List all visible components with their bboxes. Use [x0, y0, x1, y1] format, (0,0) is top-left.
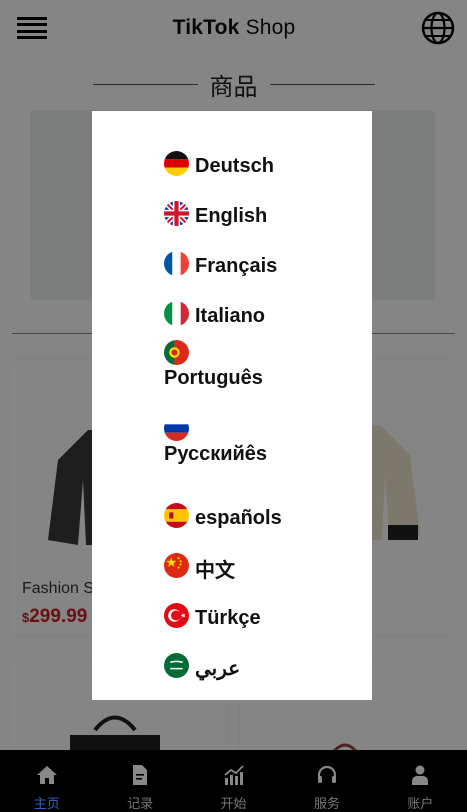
nav-item-service[interactable]: 服务	[280, 750, 373, 812]
language-label: españols	[195, 506, 282, 529]
language-option-chinese[interactable]: 中文	[164, 540, 364, 590]
nav-label: 开始	[220, 796, 247, 811]
language-label: English	[195, 204, 268, 227]
nav-item-home[interactable]: 主页	[0, 750, 93, 812]
language-label: Deutsch	[195, 154, 274, 177]
de-flag-icon	[164, 150, 189, 176]
user-icon	[412, 765, 429, 785]
language-label: عربي	[195, 657, 241, 680]
nav-label: 主页	[33, 796, 60, 811]
bottom-navigation: 主页 记录 开始 服务 账户	[0, 750, 467, 812]
language-option-deutsch[interactable]: Deutsch	[164, 138, 364, 188]
it-flag-icon	[164, 300, 189, 326]
language-label: Italiano	[195, 304, 266, 327]
language-label: Русскийês	[164, 443, 268, 465]
language-label: Français	[195, 254, 278, 277]
headset-icon	[317, 765, 337, 783]
language-option-italiano[interactable]: Italiano	[164, 288, 364, 338]
sa-flag-icon	[164, 652, 189, 678]
ru-flag-icon	[164, 416, 189, 441]
nav-label: 记录	[127, 796, 154, 811]
fr-flag-icon	[164, 250, 189, 276]
pt-flag-icon	[164, 340, 189, 365]
cn-flag-icon	[164, 552, 189, 578]
tr-flag-icon	[164, 602, 189, 628]
language-option-portugues[interactable]: Português	[164, 338, 364, 414]
gb-flag-icon	[164, 200, 189, 226]
nav-label: 账户	[407, 796, 434, 811]
language-option-francais[interactable]: Français	[164, 238, 364, 288]
language-label: Português	[164, 367, 263, 389]
language-label: 中文	[195, 559, 235, 582]
language-option-russian[interactable]: Русскийês	[164, 414, 364, 490]
language-picker-modal: Deutsch English Français Italiano Portug…	[92, 111, 372, 700]
language-option-arabic[interactable]: عربي	[164, 640, 364, 690]
nav-item-account[interactable]: 账户	[374, 750, 467, 812]
language-label: Türkçe	[195, 606, 261, 629]
nav-item-records[interactable]: 记录	[93, 750, 186, 812]
language-option-espanol[interactable]: españols	[164, 490, 364, 540]
nav-item-start[interactable]: 开始	[187, 750, 280, 812]
language-option-turkce[interactable]: Türkçe	[164, 590, 364, 640]
home-icon	[36, 766, 57, 784]
language-list: Deutsch English Français Italiano Portug…	[164, 138, 364, 690]
nav-label: 服务	[313, 796, 340, 811]
document-icon	[133, 765, 148, 785]
es-flag-icon	[164, 502, 189, 528]
chart-icon	[223, 765, 244, 785]
language-option-english[interactable]: English	[164, 188, 364, 238]
